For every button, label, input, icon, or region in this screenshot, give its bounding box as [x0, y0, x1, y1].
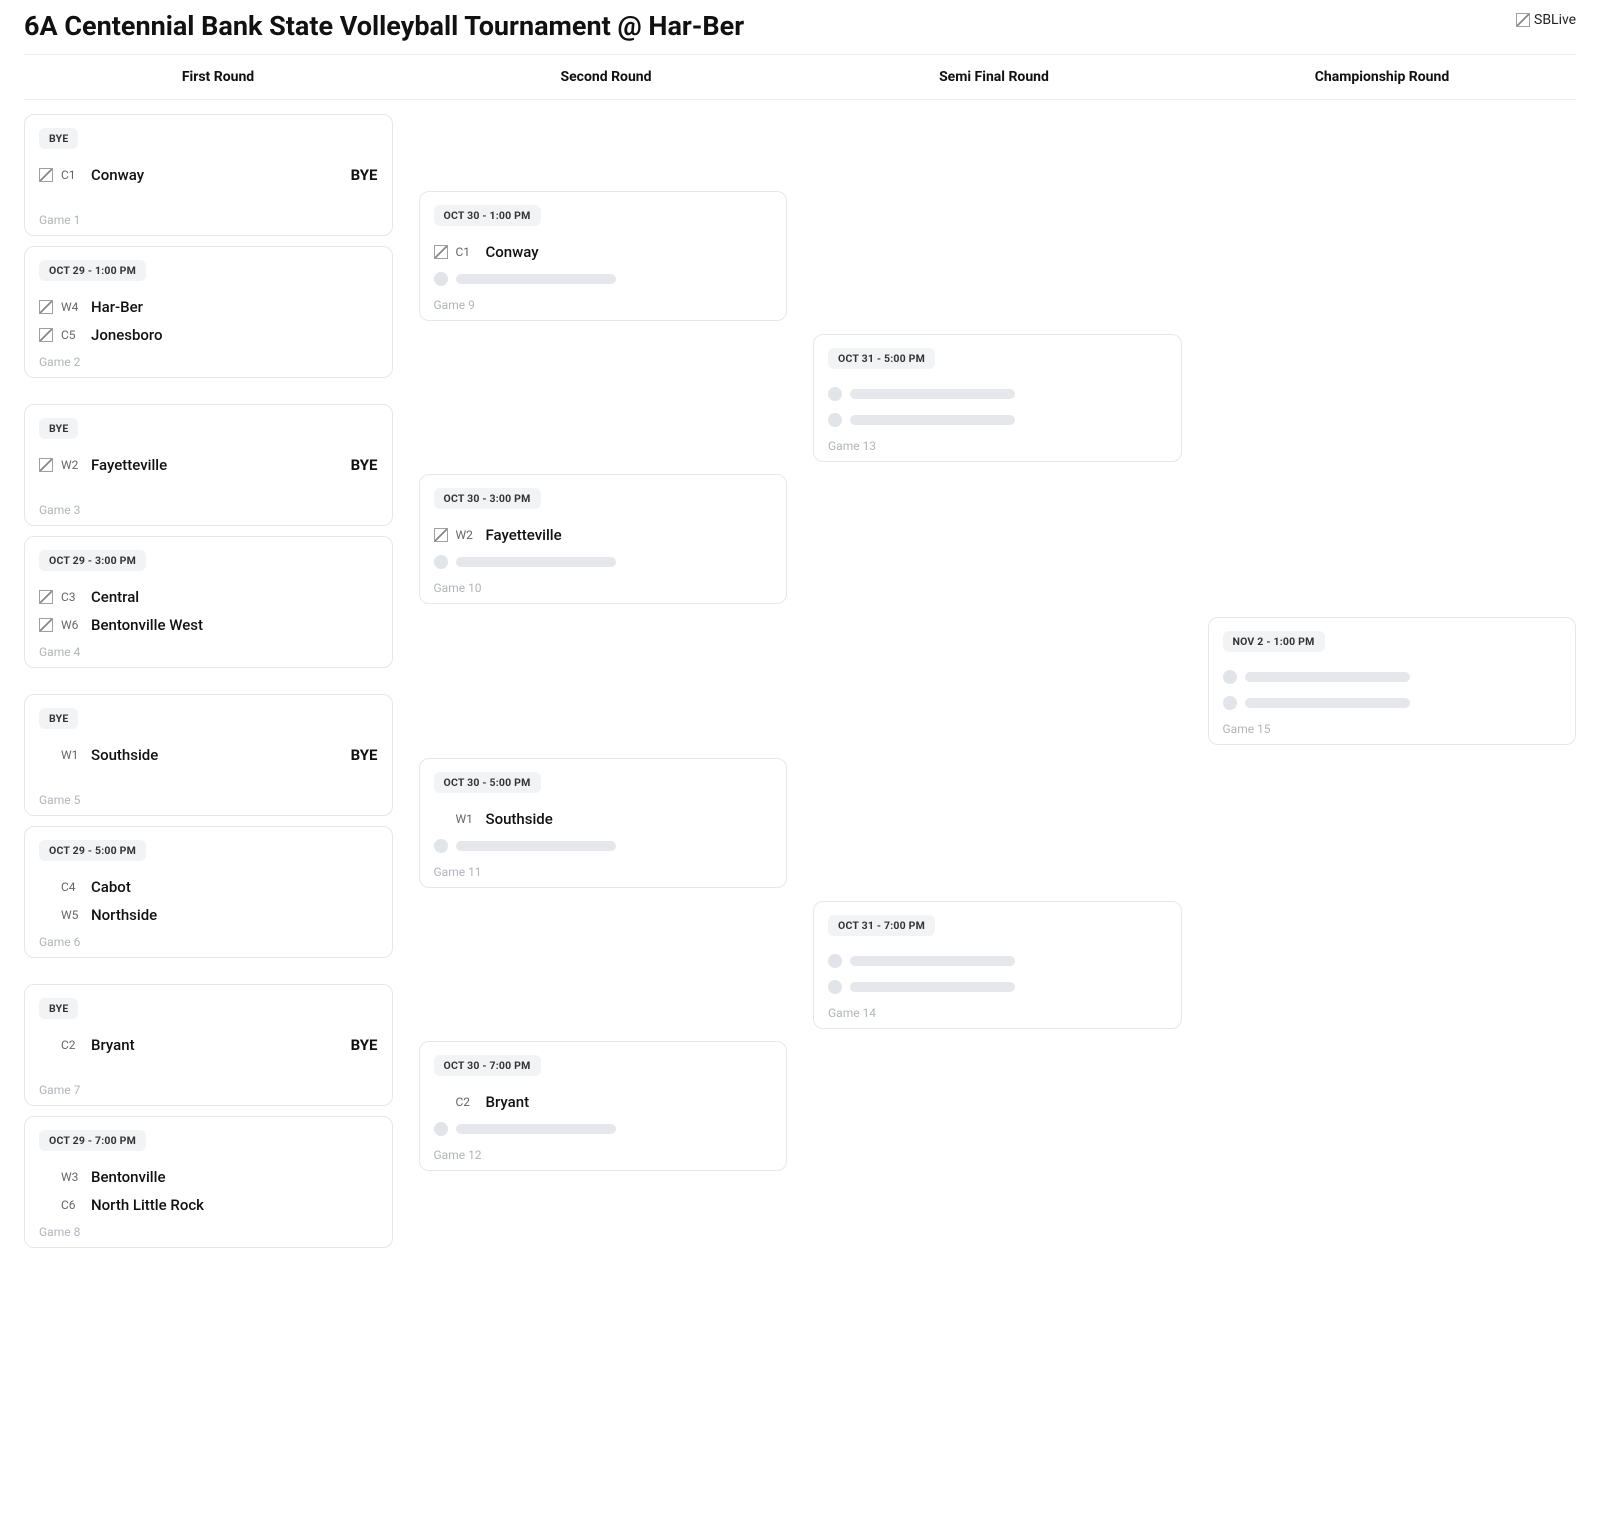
- game-card[interactable]: BYE C1 Conway BYE Game 1: [24, 114, 393, 236]
- game-card[interactable]: OCT 30 - 3:00 PM W2Fayetteville Game 10: [419, 474, 788, 604]
- broken-image-icon: [1516, 13, 1530, 27]
- score: BYE: [351, 166, 378, 184]
- placeholder-dot: [434, 272, 448, 286]
- game-card[interactable]: OCT 29 - 3:00 PM C3Central W6Bentonville…: [24, 536, 393, 668]
- game-card[interactable]: OCT 29 - 5:00 PM C4Cabot W5Northside Gam…: [24, 826, 393, 958]
- bracket: BYE C1 Conway BYE Game 1 OCT 29 - 1:00 P…: [24, 100, 1576, 1248]
- game-card[interactable]: OCT 31 - 5:00 PM Game 13: [813, 334, 1182, 462]
- team-name: Conway: [91, 166, 343, 184]
- game-card[interactable]: BYE W2FayettevilleBYE Game 3: [24, 404, 393, 526]
- game-card[interactable]: NOV 2 - 1:00 PM Game 15: [1208, 617, 1577, 745]
- round-semi: Semi Final Round: [800, 55, 1188, 99]
- game-card[interactable]: BYE C2BryantBYE Game 7: [24, 984, 393, 1106]
- tbd-team: [850, 389, 1015, 399]
- game-card[interactable]: BYE W1SouthsideBYE Game 5: [24, 694, 393, 816]
- round-final: Championship Round: [1188, 55, 1576, 99]
- date-badge: BYE: [39, 128, 78, 149]
- game-number: Game 1: [39, 213, 378, 227]
- tbd-team: [850, 415, 1015, 425]
- date-badge: OCT 29 - 1:00 PM: [39, 260, 146, 281]
- team-row: C1 Conway BYE: [39, 161, 378, 189]
- col-semi-final: OCT 31 - 5:00 PM Game 13 OCT 31 - 7:00 P…: [813, 114, 1182, 1248]
- game-card[interactable]: OCT 30 - 5:00 PM W1Southside Game 11: [419, 758, 788, 888]
- tbd-team: [1245, 672, 1410, 682]
- col-championship: NOV 2 - 1:00 PM Game 15: [1208, 114, 1577, 1248]
- game-card[interactable]: OCT 29 - 1:00 PM W4Har-Ber C5Jonesboro G…: [24, 246, 393, 378]
- tbd-team: [1245, 698, 1410, 708]
- tbd-team: [456, 274, 616, 284]
- page-title: 6A Centennial Bank State Volleyball Tour…: [24, 10, 744, 42]
- rounds-header: First Round Second Round Semi Final Roun…: [24, 55, 1576, 100]
- game-card[interactable]: OCT 31 - 7:00 PM Game 14: [813, 901, 1182, 1029]
- team-logo-icon: [39, 168, 53, 182]
- game-card[interactable]: OCT 30 - 7:00 PM C2Bryant Game 12: [419, 1041, 788, 1171]
- team-logo-icon: [39, 300, 53, 314]
- col-first-round: BYE C1 Conway BYE Game 1 OCT 29 - 1:00 P…: [24, 114, 393, 1248]
- col-second-round: OCT 30 - 1:00 PM C1Conway Game 9 OCT 30 …: [419, 114, 788, 1248]
- round-second: Second Round: [412, 55, 800, 99]
- game-card[interactable]: OCT 30 - 1:00 PM C1Conway Game 9: [419, 191, 788, 321]
- game-number: Game 2: [39, 355, 378, 369]
- game-card[interactable]: OCT 29 - 7:00 PM W3Bentonville C6North L…: [24, 1116, 393, 1248]
- sblive-logo: SBLive: [1516, 10, 1576, 30]
- seed: C1: [61, 168, 83, 182]
- team-logo-icon: [39, 328, 53, 342]
- round-first: First Round: [24, 55, 412, 99]
